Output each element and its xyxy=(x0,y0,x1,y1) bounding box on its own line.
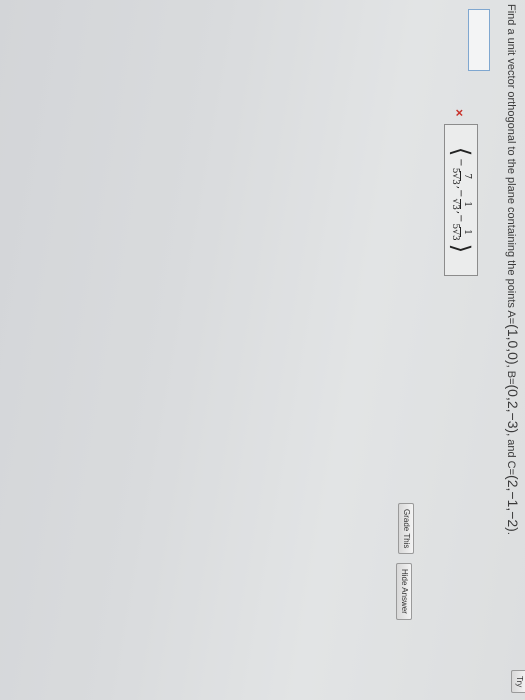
point-a: (1,0,0) xyxy=(505,324,521,365)
question-prefix: Find a unit vector orthogonal to the pla… xyxy=(505,4,517,308)
term3-sign: − xyxy=(455,214,467,223)
point-b: (0,2,−3) xyxy=(505,384,521,434)
term3-numerator: 1 xyxy=(460,227,473,237)
term1-fraction: 7 5√3 xyxy=(450,168,473,185)
term1-denominator: 5√3 xyxy=(450,167,461,185)
incorrect-x-icon: × xyxy=(452,109,467,117)
point-a-label: A= xyxy=(505,310,517,325)
point-c: (2,−1,−2) xyxy=(505,475,521,532)
question-end: . xyxy=(505,531,517,535)
term1-numerator: 7 xyxy=(460,171,473,182)
term1-sign: − xyxy=(455,158,467,167)
term3-denominator: 5√3 xyxy=(450,223,461,241)
point-b-label: , B= xyxy=(505,364,517,385)
angle-bracket-close: ⟩ xyxy=(447,243,475,254)
answer-input[interactable] xyxy=(468,9,490,71)
term2-fraction: 1 √3 xyxy=(450,198,473,210)
angle-bracket-open: ⟨ xyxy=(447,146,475,157)
grade-this-button[interactable]: Grade This xyxy=(398,503,414,555)
question-text: Find a unit vector orthogonal to the pla… xyxy=(505,4,521,694)
term2-sign: − xyxy=(455,189,467,198)
problem-page: Find a unit vector orthogonal to the pla… xyxy=(0,0,525,700)
solution-box: ⟨ − 7 5√3 , − 1 √3 , − 1 5√3 ⟩ xyxy=(444,124,478,276)
point-c-label: , and C= xyxy=(505,433,517,476)
try-button[interactable]: Try xyxy=(511,670,525,694)
term3-fraction: 1 5√3 xyxy=(450,224,473,241)
term2-denominator: √3 xyxy=(450,198,461,210)
hide-answer-button[interactable]: Hide Answer xyxy=(396,563,412,620)
term2-numerator: 1 xyxy=(460,199,473,210)
